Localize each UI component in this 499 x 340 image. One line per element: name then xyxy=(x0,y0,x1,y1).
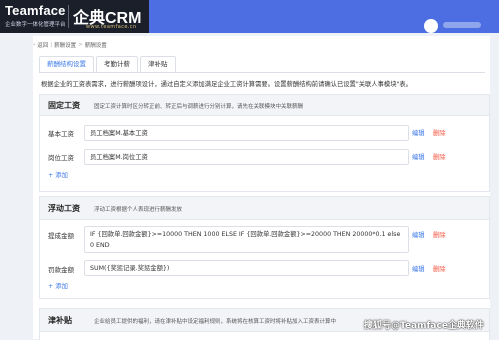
section-title: 浮动工资 xyxy=(48,204,80,213)
tab-allowance[interactable]: 津补贴 xyxy=(140,56,176,72)
section-fixed-salary: 固定工资 固定工资计算时区分转正前、转正后与调薪进行分别计算，请先在关联模块中关… xyxy=(39,94,490,192)
breadcrumb-back[interactable]: 返回 xyxy=(37,41,48,49)
edit-link[interactable]: 编辑 xyxy=(412,128,425,137)
back-icon[interactable]: ‹ xyxy=(33,42,35,48)
section-description: 浮动工资根据个人表现进行薪酬发放 xyxy=(94,207,183,213)
tab-attendance-pay[interactable]: 考勤计薪 xyxy=(96,56,138,72)
formula-field[interactable]: 员工档案M.岗位工资 xyxy=(84,149,409,165)
section-description: 企业给员工提供的福利，请在津补贴中设定福利规则，系统将在核算工资时将补贴加入工资… xyxy=(94,319,337,325)
delete-link[interactable]: 删除 xyxy=(433,264,446,273)
edit-link[interactable]: 编辑 xyxy=(412,264,425,273)
avatar[interactable] xyxy=(424,19,438,33)
field-label: 提成金额 xyxy=(48,232,74,240)
field-label: 岗位工资 xyxy=(48,154,74,162)
edit-link[interactable]: 编辑 xyxy=(412,230,425,239)
formula-field[interactable]: IF {回款单.回款金额}>=10000 THEN 1000 ELSE IF {… xyxy=(84,226,409,253)
formula-field[interactable]: SUM({奖惩记录.奖惩金额}) xyxy=(84,260,409,276)
formula-field[interactable]: 员工档案M.基本工资 xyxy=(84,125,409,141)
intro-text: 根据企业的工资表需求，进行薪酬项设计，通过自定义添加满足企业工资计算需要。设置薪… xyxy=(41,81,413,88)
breadcrumb-separator: > xyxy=(78,42,83,48)
delete-link[interactable]: 删除 xyxy=(433,128,446,137)
field-label: 基本工资 xyxy=(48,130,74,138)
add-item-link[interactable]: + 添加 xyxy=(48,170,68,179)
section-description: 固定工资计算时区分转正前、转正后与调薪进行分别计算，请先在关联模块中关联薪酬 xyxy=(94,104,304,110)
breadcrumb-item[interactable]: 薪酬设置 xyxy=(54,41,76,49)
section-header: 固定工资 固定工资计算时区分转正前、转正后与调薪进行分别计算，请先在关联模块中关… xyxy=(40,95,489,116)
field-label: 罚款金额 xyxy=(48,266,74,274)
user-name-placeholder[interactable] xyxy=(443,22,481,28)
tab-divider xyxy=(39,72,485,73)
delete-link[interactable]: 删除 xyxy=(433,230,446,239)
section-title: 津补贴 xyxy=(48,316,72,325)
edit-link[interactable]: 编辑 xyxy=(412,152,425,161)
tab-salary-structure[interactable]: 薪酬结构设置 xyxy=(39,56,94,72)
watermark: 搜狐号@Teamface企典软件 xyxy=(364,321,484,331)
tab-bar: 薪酬结构设置 考勤计薪 津补贴 xyxy=(39,56,178,72)
logo-tagline: 企业数字一体化管理平台 xyxy=(5,22,66,28)
section-floating-salary: 浮动工资 浮动工资根据个人表现进行薪酬发放 提成金额 IF {回款单.回款金额}… xyxy=(39,196,490,299)
breadcrumb-separator: | xyxy=(50,42,53,48)
brand-url: www.teamface.cn xyxy=(86,24,137,30)
breadcrumb-current: 薪酬设置 xyxy=(84,43,107,49)
logo-divider xyxy=(68,5,69,28)
logo-name: Teamface xyxy=(5,3,66,18)
delete-link[interactable]: 删除 xyxy=(433,152,446,161)
logo[interactable]: Teamface 企业数字一体化管理平台 企典CRM www.teamface.… xyxy=(0,0,149,33)
add-item-link[interactable]: + 添加 xyxy=(48,281,68,290)
section-header: 浮动工资 浮动工资根据个人表现进行薪酬发放 xyxy=(40,197,489,220)
section-title: 固定工资 xyxy=(48,101,80,110)
breadcrumb: ‹ 返回 | 薪酬设置 > 薪酬设置 xyxy=(33,39,107,51)
